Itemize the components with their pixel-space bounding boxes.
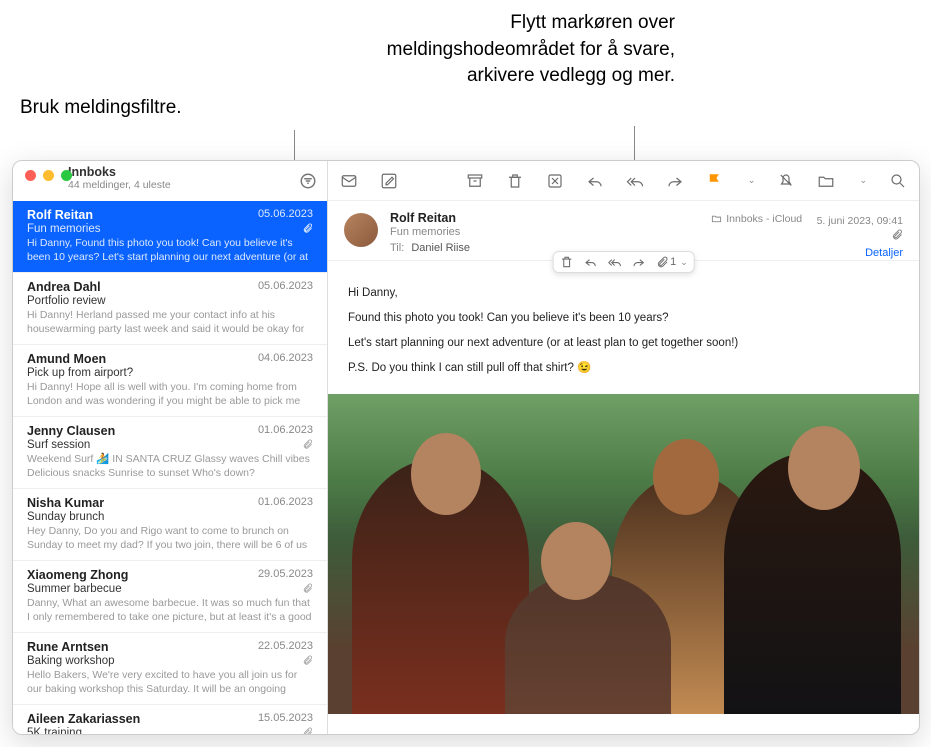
- annotation-callouts: Bruk meldingsfiltre. Flytt markøren over…: [0, 0, 931, 160]
- toolbar: ⌄ ⌄: [328, 161, 919, 201]
- header-hover-actions[interactable]: 1 ⌄: [552, 251, 695, 273]
- to-recipient: Daniel Riise: [411, 242, 470, 254]
- maximize-window-button[interactable]: [61, 170, 72, 181]
- message-preview: Hi Danny, Found this photo you took! Can…: [27, 236, 313, 264]
- inbox-subtitle: 44 meldinger, 4 uleste: [68, 179, 315, 191]
- paperclip-icon: [302, 727, 313, 734]
- chevron-down-icon: ⌄: [680, 257, 688, 268]
- hover-reply-all-button[interactable]: [607, 255, 621, 269]
- body-line: P.S. Do you think I can still pull off t…: [348, 358, 899, 380]
- get-mail-button[interactable]: [340, 172, 358, 190]
- message-date: 15.05.2023: [258, 712, 313, 724]
- message-date: 05.06.2023: [258, 280, 313, 292]
- to-label: Til:: [390, 242, 404, 254]
- details-link[interactable]: Detaljer: [711, 247, 903, 259]
- flag-button[interactable]: [706, 172, 724, 190]
- message-subject: Summer barbecue: [27, 583, 313, 595]
- compose-button[interactable]: [380, 172, 398, 190]
- hover-delete-button[interactable]: [559, 255, 573, 269]
- message-item[interactable]: Jenny Clausen 01.06.2023 Surf session We…: [13, 417, 327, 489]
- message-preview: Hey Danny, Do you and Rigo want to come …: [27, 524, 313, 552]
- message-date: 04.06.2023: [258, 352, 313, 364]
- message-date: 01.06.2023: [258, 424, 313, 436]
- attached-photo[interactable]: [328, 394, 919, 714]
- hover-attachments-button[interactable]: 1 ⌄: [655, 256, 688, 269]
- message-date: 01.06.2023: [258, 496, 313, 508]
- message-preview: Hi Danny! Hope all is well with you. I'm…: [27, 380, 313, 408]
- flag-dropdown-icon[interactable]: ⌄: [748, 175, 756, 186]
- message-subject: Baking workshop: [27, 655, 313, 667]
- forward-button[interactable]: [666, 172, 684, 190]
- message-date: 05.06.2023: [258, 208, 313, 220]
- message-item[interactable]: Andrea Dahl 05.06.2023 Portfolio review …: [13, 273, 327, 345]
- paperclip-icon: [302, 655, 313, 666]
- message-subject: 5K training: [27, 727, 313, 734]
- paperclip-icon: [302, 583, 313, 594]
- window-traffic-lights[interactable]: [25, 170, 72, 181]
- close-window-button[interactable]: [25, 170, 36, 181]
- body-line: Found this photo you took! Can you belie…: [348, 308, 899, 330]
- move-button[interactable]: [817, 172, 835, 190]
- filter-button[interactable]: [299, 172, 317, 190]
- message-item[interactable]: Aileen Zakariassen 15.05.2023 5K trainin…: [13, 705, 327, 734]
- message-item[interactable]: Amund Moen 04.06.2023 Pick up from airpo…: [13, 345, 327, 417]
- search-button[interactable]: [889, 172, 907, 190]
- hover-forward-button[interactable]: [631, 255, 645, 269]
- message-list[interactable]: Rolf Reitan 05.06.2023 Fun memories Hi D…: [13, 201, 327, 734]
- message-header: Rolf Reitan Fun memories Til: Daniel Rii…: [328, 201, 919, 261]
- message-subject: Portfolio review: [27, 295, 313, 307]
- minimize-window-button[interactable]: [43, 170, 54, 181]
- message-item[interactable]: Xiaomeng Zhong 29.05.2023 Summer barbecu…: [13, 561, 327, 633]
- message-date: 22.05.2023: [258, 640, 313, 652]
- message-preview: Hello Bakers, We're very excited to have…: [27, 668, 313, 696]
- paperclip-icon: [302, 439, 313, 450]
- message-list-pane: Innboks 44 meldinger, 4 uleste Rolf Reit…: [13, 161, 328, 734]
- message-date: 29.05.2023: [258, 568, 313, 580]
- message-preview: Hi Danny! Herland passed me your contact…: [27, 308, 313, 336]
- hover-reply-button[interactable]: [583, 255, 597, 269]
- message-item[interactable]: Nisha Kumar 01.06.2023 Sunday brunch Hey…: [13, 489, 327, 561]
- message-preview: Danny, What an awesome barbecue. It was …: [27, 596, 313, 624]
- paperclip-icon: [891, 229, 903, 241]
- move-dropdown-icon[interactable]: ⌄: [859, 175, 867, 186]
- junk-button[interactable]: [546, 172, 564, 190]
- callout-filters: Bruk meldingsfiltre.: [20, 95, 270, 122]
- reply-button[interactable]: [586, 172, 604, 190]
- message-subject: Sunday brunch: [27, 511, 313, 523]
- header-date: 5. juni 2023, 09:41: [817, 215, 903, 227]
- avatar: [344, 213, 378, 247]
- mute-button[interactable]: [777, 172, 795, 190]
- reply-all-button[interactable]: [626, 172, 644, 190]
- message-body: Hi Danny, Found this photo you took! Can…: [328, 261, 919, 390]
- message-subject: Surf session: [27, 439, 313, 451]
- body-greeting: Hi Danny,: [348, 283, 899, 305]
- message-subject: Fun memories: [27, 223, 313, 235]
- message-item[interactable]: Rolf Reitan 05.06.2023 Fun memories Hi D…: [13, 201, 327, 273]
- body-line: Let's start planning our next adventure …: [348, 333, 899, 355]
- inbox-title: Innboks: [68, 165, 315, 179]
- message-preview: Weekend Surf 🏄 IN SANTA CRUZ Glassy wave…: [27, 452, 313, 480]
- message-content-pane: ⌄ ⌄ Rolf Reitan Fun memories Til: Daniel…: [328, 161, 919, 734]
- message-item[interactable]: Rune Arntsen 22.05.2023 Baking workshop …: [13, 633, 327, 705]
- mail-window: Innboks 44 meldinger, 4 uleste Rolf Reit…: [12, 160, 920, 735]
- callout-hover-header: Flytt markøren over meldingshodeområdet …: [375, 10, 675, 90]
- message-subject: Pick up from airport?: [27, 367, 313, 379]
- paperclip-icon: [302, 223, 313, 234]
- attachment-count: 1: [670, 256, 676, 268]
- archive-button[interactable]: [466, 172, 484, 190]
- delete-button[interactable]: [506, 172, 524, 190]
- header-folder: Innboks - iCloud: [711, 213, 802, 225]
- inbox-header: Innboks 44 meldinger, 4 uleste: [13, 161, 327, 201]
